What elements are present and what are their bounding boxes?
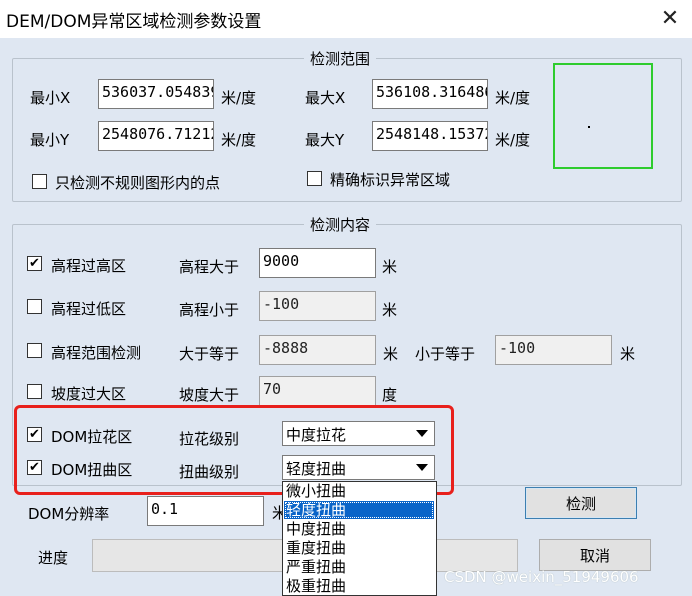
close-icon: ✕	[660, 5, 680, 31]
content-group-title: 检测内容	[304, 214, 377, 235]
elev-range-ge-unit: 米	[383, 345, 399, 363]
min-x-label: 最小X	[30, 89, 71, 107]
max-x-input[interactable]: 536108.316486	[372, 79, 488, 109]
dropdown-option[interactable]: 重度扭曲	[284, 539, 434, 557]
min-y-input[interactable]: 2548076.71212	[98, 121, 214, 151]
slope-input[interactable]: 70	[259, 376, 376, 406]
elev-range-le-unit: 米	[620, 345, 636, 363]
dropdown-option[interactable]: 极重扭曲	[284, 577, 434, 595]
min-x-input[interactable]: 536037.054839	[98, 79, 214, 109]
window-title: DEM/DOM异常区域检测参数设置	[6, 12, 262, 32]
range-preview	[553, 63, 653, 169]
low-elev-input[interactable]: -100	[259, 291, 376, 321]
high-elev-label: 高程过高区	[51, 257, 127, 275]
elev-range-le-input[interactable]: -100	[495, 335, 612, 365]
low-elev-checkbox[interactable]	[27, 299, 42, 314]
cancel-button[interactable]: 取消	[539, 539, 651, 571]
only-irregular-checkbox[interactable]	[32, 174, 47, 189]
max-x-unit: 米/度	[495, 89, 531, 107]
dropdown-option[interactable]: 微小扭曲	[284, 482, 434, 500]
watermark: CSDN @weixin_51949606	[444, 568, 639, 586]
only-irregular-label: 只检测不规则图形内的点	[55, 174, 221, 192]
elev-range-label: 高程范围检测	[51, 344, 142, 362]
low-elev-param-label: 高程小于	[179, 301, 240, 319]
max-y-input[interactable]: 2548148.15372	[372, 121, 488, 151]
progress-label: 进度	[38, 549, 69, 567]
low-elev-label: 高程过低区	[51, 300, 127, 318]
slope-param-label: 坡度大于	[179, 386, 240, 404]
max-x-label: 最大X	[305, 89, 346, 107]
max-y-label: 最大Y	[305, 131, 345, 149]
precise-mark-checkbox[interactable]	[307, 171, 322, 186]
close-button[interactable]: ✕	[648, 0, 692, 36]
resolution-label: DOM分辨率	[28, 505, 110, 523]
check-icon: ✔	[29, 256, 40, 271]
resolution-input[interactable]: 0.1	[147, 496, 264, 526]
high-elev-checkbox[interactable]: ✔	[27, 256, 42, 271]
precise-mark-label: 精确标识异常区域	[330, 171, 451, 189]
range-group-title: 检测范围	[304, 48, 377, 69]
dropdown-option[interactable]: 中度扭曲	[284, 520, 434, 538]
low-elev-unit: 米	[382, 301, 398, 319]
preview-point	[588, 126, 590, 128]
slope-checkbox[interactable]	[27, 384, 42, 399]
min-y-label: 最小Y	[30, 131, 70, 149]
high-elev-param-label: 高程大于	[179, 258, 240, 276]
min-x-unit: 米/度	[221, 89, 257, 107]
high-elev-input[interactable]: 9000	[259, 248, 376, 278]
dropdown-option-selected[interactable]: 轻度扭曲	[284, 501, 434, 519]
slope-label: 坡度过大区	[51, 385, 127, 403]
min-y-unit: 米/度	[221, 131, 257, 149]
max-y-unit: 米/度	[495, 131, 531, 149]
dropdown-option[interactable]: 严重扭曲	[284, 558, 434, 576]
slope-unit: 度	[382, 386, 398, 404]
distort-level-dropdown: 微小扭曲 轻度扭曲 中度扭曲 重度扭曲 严重扭曲 极重扭曲	[282, 481, 437, 596]
elev-range-ge-input[interactable]: -8888	[259, 335, 376, 365]
elev-range-le-label: 小于等于	[415, 345, 476, 363]
detect-button[interactable]: 检测	[525, 487, 637, 519]
elev-range-ge-label: 大于等于	[179, 345, 240, 363]
elev-range-checkbox[interactable]	[27, 343, 42, 358]
high-elev-unit: 米	[382, 258, 398, 276]
